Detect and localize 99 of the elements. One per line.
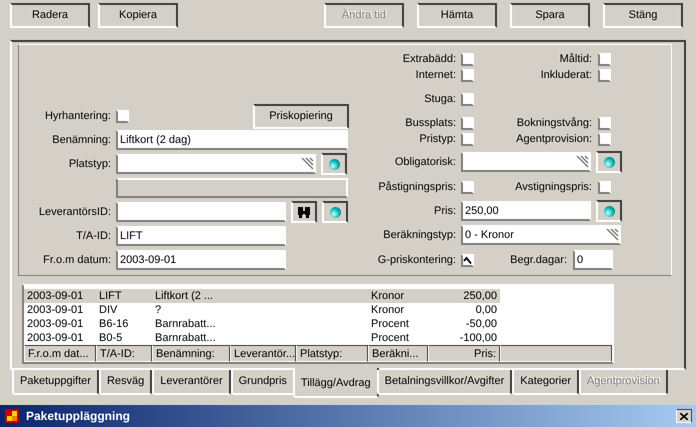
close-button[interactable]	[676, 409, 692, 423]
select-button[interactable]	[322, 201, 348, 223]
column-header[interactable]: Beräkni...	[368, 345, 428, 362]
table-cell: 0,00	[476, 304, 497, 316]
table-cell: 2003-09-01	[27, 318, 84, 330]
checkbox[interactable]	[461, 254, 474, 266]
table-cell: B6-16	[99, 318, 128, 330]
table-cell: Kronor	[371, 304, 404, 316]
checkbox[interactable]	[461, 132, 474, 146]
table-cell: Procent	[371, 332, 409, 344]
dropdown-field[interactable]	[461, 152, 591, 172]
checkbox[interactable]	[461, 92, 474, 106]
table-cell: Kronor	[371, 290, 404, 302]
field-label: G-priskontering:	[376, 252, 456, 268]
column-header[interactable]: Leverantör...	[230, 345, 296, 362]
field-label: Inkluderat:	[540, 68, 592, 83]
window-title: Paketuppläggning	[26, 408, 130, 425]
input-field[interactable]	[116, 202, 286, 222]
field-label: Påstigningspris:	[377, 180, 456, 195]
table-cell: -50,00	[466, 318, 497, 330]
action-button[interactable]: Spara	[510, 3, 590, 28]
checkbox[interactable]	[116, 110, 129, 122]
field-label: Måltid:	[558, 52, 592, 67]
table-cell: DIV	[99, 304, 118, 316]
field-label: Agentprovision:	[515, 132, 592, 147]
field-label: Hyrhantering:	[44, 108, 111, 124]
checkbox[interactable]	[598, 68, 611, 82]
table-cell: 250,00	[463, 290, 497, 302]
field-label: Pristyp:	[418, 132, 456, 147]
tab[interactable]: Betalningsvillkor/Avgifter	[376, 370, 512, 395]
input-field[interactable]: 250,00	[461, 201, 591, 221]
column-header[interactable]: F.r.o.m dat...	[24, 345, 96, 362]
tab[interactable]: Kategorier	[512, 370, 580, 395]
action-button[interactable]: Stäng	[603, 3, 683, 28]
field-label: Internet:	[414, 68, 456, 83]
checkbox[interactable]	[461, 180, 474, 194]
close-icon	[680, 412, 688, 420]
table-row[interactable]: 2003-09-01 LIFT Liftkort (2 ... Kronor 250,00	[24, 289, 500, 303]
dropdown-field[interactable]: 0 - Kronor	[461, 225, 621, 245]
field-label: Obligatorisk:	[394, 154, 456, 170]
table-cell: Procent	[371, 318, 409, 330]
field-label: Beräkningstyp:	[382, 228, 456, 243]
table-cell: 2003-09-01	[27, 304, 84, 316]
field-label: Begr.dagar:	[509, 252, 567, 268]
table-cell: 2003-09-01	[27, 332, 84, 344]
select-button[interactable]	[596, 200, 622, 222]
checkbox[interactable]	[598, 52, 611, 66]
field-label: Bokningstvång:	[516, 116, 592, 131]
table-cell: Barnrabatt...	[155, 332, 216, 344]
column-header[interactable]: Platstyp:	[296, 345, 368, 362]
select-button[interactable]	[321, 153, 347, 175]
binoculars-icon	[297, 206, 311, 218]
tab[interactable]: Tillägg/Avdrag	[292, 368, 379, 398]
input-field[interactable]: 0	[573, 250, 613, 270]
field-label: Platstyp:	[68, 156, 111, 172]
field-label: Extrabädd:	[402, 52, 456, 67]
field-label: Fr.o.m datum:	[42, 252, 111, 268]
search-button[interactable]	[291, 201, 317, 223]
checkbox[interactable]	[598, 180, 611, 194]
select-button[interactable]	[596, 151, 622, 173]
field-label: T/A-ID:	[75, 228, 111, 244]
field-label: LeverantörsID:	[38, 204, 111, 220]
field-label: Avstigningspris:	[514, 180, 592, 195]
table-cell: ?	[155, 304, 162, 316]
dropdown-hatch-icon	[300, 157, 314, 171]
field-label: Stuga:	[423, 92, 456, 107]
checkbox[interactable]	[598, 132, 611, 146]
checkbox[interactable]	[461, 52, 474, 66]
table-cell: Liftkort (2 ...	[155, 290, 214, 302]
field-label: Pris:	[433, 204, 456, 219]
copy-prices-button[interactable]: Priskopiering	[253, 104, 349, 128]
tab[interactable]: Resväg	[98, 370, 152, 395]
table-cell: Barnrabatt...	[155, 318, 216, 330]
check-icon	[463, 256, 472, 264]
tab[interactable]: Grundpris	[230, 370, 295, 395]
input-field[interactable]: 2003-09-01	[116, 250, 286, 270]
table-cell: B0-5	[99, 332, 122, 344]
tab[interactable]: Paketuppgifter	[12, 370, 99, 395]
field-label: Benämning:	[51, 132, 111, 148]
table-cell: LIFT	[99, 290, 122, 302]
action-button[interactable]: Kopiera	[98, 3, 178, 28]
table-cell: 2003-09-01	[27, 290, 84, 302]
checkbox[interactable]	[461, 116, 474, 130]
column-header[interactable]: T/A-ID:	[96, 345, 152, 362]
action-button[interactable]: Hämta	[417, 3, 497, 28]
input-field[interactable]: LIFT	[116, 226, 286, 246]
input-field[interactable]: Liftkort (2 dag)	[116, 130, 348, 150]
action-button[interactable]: Radera	[10, 3, 90, 28]
field-label: Bussplats:	[404, 116, 456, 131]
tab[interactable]: Leverantörer	[152, 370, 231, 395]
column-header[interactable]: Pris:	[428, 345, 500, 362]
dropdown-hatch-icon	[605, 228, 619, 242]
dropdown-field[interactable]	[116, 154, 316, 174]
dropdown-hatch-icon	[575, 155, 589, 169]
checkbox[interactable]	[461, 68, 474, 82]
table-cell: -100,00	[460, 332, 497, 344]
column-header[interactable]: Benämning:	[152, 345, 230, 362]
checkbox[interactable]	[598, 116, 611, 130]
app-icon	[4, 408, 20, 424]
